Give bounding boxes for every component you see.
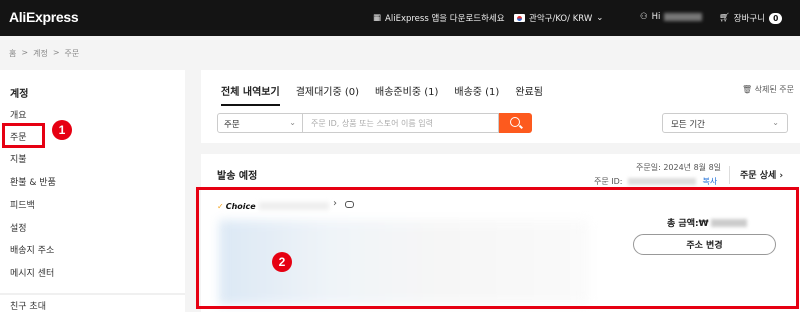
sidebar-item-settings[interactable]: 설정	[10, 221, 27, 234]
aliexpress-logo[interactable]: AliExpress	[9, 9, 79, 25]
breadcrumb-orders: 주문	[64, 49, 80, 58]
chevron-down-icon: ⌄	[289, 118, 296, 127]
breadcrumb-separator: >	[52, 48, 60, 57]
user-name-redacted	[664, 13, 703, 21]
order-id-label: 주문 ID:	[594, 177, 623, 186]
tab-shipped[interactable]: 배송중 (1)	[454, 83, 499, 106]
sidebar-title: 계정	[10, 89, 29, 100]
app-download-label: AliExpress 앱을 다운로드하세요	[385, 14, 505, 24]
search-type-value: 주문	[224, 120, 240, 130]
breadcrumb-home[interactable]: 홈	[9, 48, 16, 59]
highlight-box-order-card	[196, 187, 799, 309]
order-id-redacted	[628, 178, 697, 185]
sidebar-item-feedback[interactable]: 피드백	[10, 198, 35, 211]
sidebar-item-shipping-address[interactable]: 배송지 주소	[10, 243, 54, 256]
user-menu[interactable]: ⚇ Hi	[640, 12, 703, 22]
cart-count-badge: 0	[769, 12, 783, 24]
divider	[729, 166, 730, 184]
chevron-right-icon: ›	[779, 171, 784, 181]
app-download-link[interactable]: ▦ AliExpress 앱을 다운로드하세요	[373, 12, 505, 24]
highlight-box-orders	[2, 123, 45, 148]
deleted-orders-link[interactable]: 🗑︎ 삭제된 주문	[742, 84, 794, 95]
tab-all[interactable]: 전체 내역보기	[221, 83, 280, 106]
order-id-row: 주문 ID: 복사	[594, 176, 717, 187]
region-label: 관악구/KO/ KRW	[529, 14, 593, 24]
user-icon: ⚇	[640, 12, 648, 22]
sidebar-item-refunds[interactable]: 환불 & 반품	[10, 175, 56, 188]
region-selector[interactable]: 관악구/KO/ KRW ⌄	[514, 12, 603, 24]
qr-icon: ▦	[373, 13, 382, 23]
tab-preparing-shipment[interactable]: 배송준비중 (1)	[375, 83, 438, 106]
user-greeting: Hi	[651, 12, 661, 22]
order-status-tabs: 전체 내역보기 결제대기중 (0) 배송준비중 (1) 배송중 (1) 완료됨	[221, 83, 559, 106]
search-type-select[interactable]: 주문 ⌄	[217, 113, 303, 133]
breadcrumb-account[interactable]: 계정	[33, 48, 48, 59]
sidebar-item-overview[interactable]: 개요	[10, 108, 27, 121]
breadcrumb: 홈 > 계정 > 주문	[9, 48, 79, 59]
korea-flag-icon	[514, 14, 525, 22]
sidebar-item-message-center[interactable]: 메시지 센터	[10, 266, 54, 279]
tab-awaiting-payment[interactable]: 결제대기중 (0)	[296, 83, 359, 106]
chevron-down-icon: ⌄	[772, 118, 779, 127]
copy-order-id-button[interactable]: 복사	[702, 176, 717, 187]
sidebar-item-payment[interactable]: 지불	[10, 152, 27, 165]
sidebar-divider	[0, 293, 185, 295]
tab-completed[interactable]: 완료됨	[515, 83, 543, 106]
top-bar: AliExpress ▦ AliExpress 앱을 다운로드하세요 관악구/K…	[0, 0, 800, 36]
search-button[interactable]	[499, 113, 532, 133]
orders-filter-panel: 전체 내역보기 결제대기중 (0) 배송준비중 (1) 배송중 (1) 완료됨 …	[201, 70, 800, 143]
period-value: 모든 기간	[671, 120, 705, 130]
order-detail-link[interactable]: 주문 상세 ›	[740, 168, 783, 181]
trash-icon: 🗑︎	[741, 85, 753, 94]
order-search-input[interactable]: 주문 ID, 상품 또는 스토어 이름 입력	[303, 113, 499, 133]
order-detail-label: 주문 상세	[740, 171, 777, 181]
account-sidebar: 계정 개요 주문 지불 환불 & 반품 피드백 설정 배송지 주소 메시지 센터…	[0, 70, 185, 312]
period-select[interactable]: 모든 기간 ⌄	[662, 113, 788, 133]
cart-label: 장바구니	[733, 14, 766, 24]
cart-icon: 🛒︎	[719, 13, 730, 23]
deleted-orders-label: 삭제된 주문	[754, 85, 794, 94]
step-badge-2: 2	[272, 252, 292, 272]
step-badge-1: 1	[52, 120, 72, 140]
order-date: 주문일: 2024년 8월 8일	[636, 163, 722, 172]
chevron-down-icon: ⌄	[596, 13, 604, 23]
cart-button[interactable]: 🛒︎ 장바구니 0	[719, 12, 783, 24]
shipping-status: 발송 예정	[217, 171, 258, 182]
breadcrumb-separator: >	[21, 48, 29, 57]
sidebar-item-invite-friends[interactable]: 친구 초대	[10, 299, 46, 312]
